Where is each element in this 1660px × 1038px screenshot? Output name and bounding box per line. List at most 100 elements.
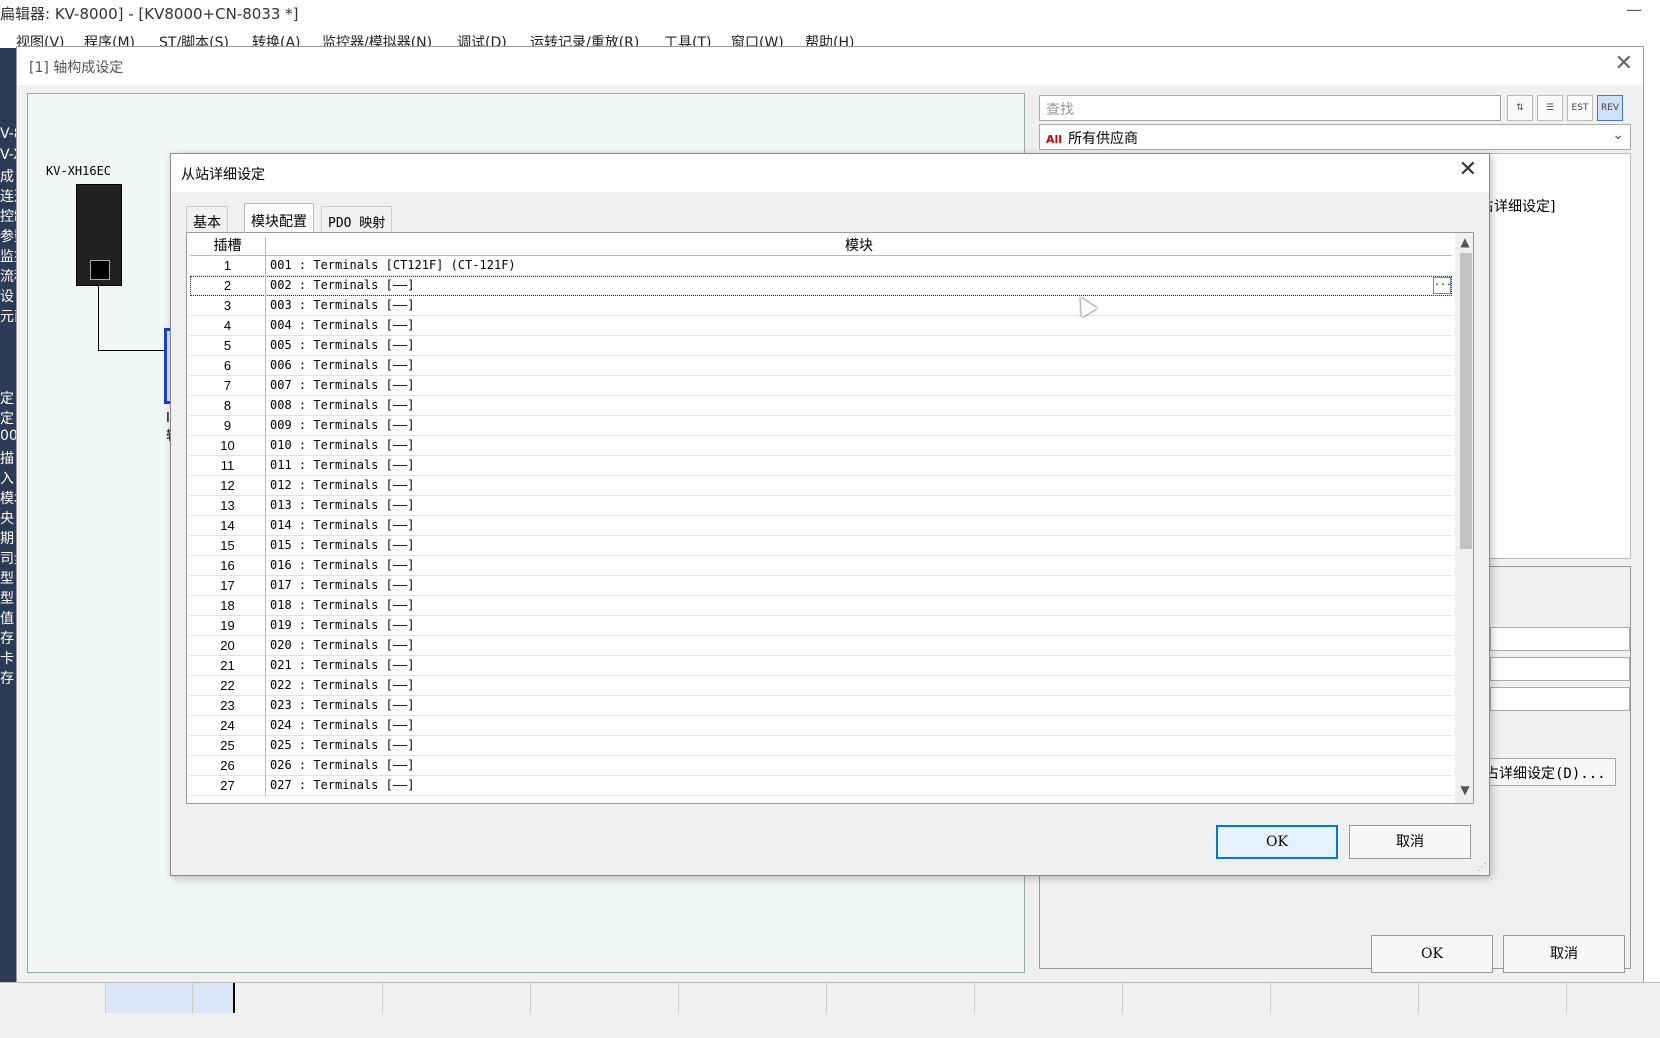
module-cell[interactable]: 014 : Terminals [——] bbox=[270, 516, 415, 536]
tree-icon[interactable]: ☰ bbox=[1537, 95, 1563, 121]
slot-cell: 7 bbox=[190, 376, 266, 396]
grid-cell[interactable] bbox=[193, 983, 235, 1013]
table-row[interactable]: 1 001 : Terminals [CT121F] (CT-121F) bbox=[190, 256, 1452, 276]
module-cell[interactable]: 012 : Terminals [——] bbox=[270, 476, 415, 496]
minimize-button[interactable]: — bbox=[1626, 0, 1642, 19]
module-cell[interactable]: 027 : Terminals [——] bbox=[270, 776, 415, 796]
module-cell[interactable]: 023 : Terminals [——] bbox=[270, 696, 415, 716]
table-row[interactable]: 17 017 : Terminals [——] bbox=[190, 576, 1452, 596]
table-row[interactable]: 13 013 : Terminals [——] bbox=[190, 496, 1452, 516]
module-cell[interactable]: 003 : Terminals [——] bbox=[270, 296, 415, 316]
resize-grip-icon[interactable]: ⋰ bbox=[1477, 862, 1487, 873]
tab-basic[interactable]: 基本 bbox=[186, 206, 228, 232]
grid-cell[interactable] bbox=[679, 983, 827, 1013]
module-cell[interactable]: 005 : Terminals [——] bbox=[270, 336, 415, 356]
module-cell[interactable]: 011 : Terminals [——] bbox=[270, 456, 415, 476]
sort-icon[interactable]: ⇅ bbox=[1507, 95, 1533, 121]
module-browse-button[interactable]: ... bbox=[1433, 277, 1452, 294]
axis-window-titlebar: [1] 轴构成设定 ✕ bbox=[17, 47, 1643, 85]
dialog-cancel-button[interactable]: 取消 bbox=[1349, 825, 1471, 859]
scroll-down-icon[interactable]: ▼ bbox=[1455, 783, 1473, 799]
module-cell[interactable]: 021 : Terminals [——] bbox=[270, 656, 415, 676]
module-cell[interactable]: 020 : Terminals [——] bbox=[270, 636, 415, 656]
module-cell[interactable]: 015 : Terminals [——] bbox=[270, 536, 415, 556]
module-cell[interactable]: 019 : Terminals [——] bbox=[270, 616, 415, 636]
property-field[interactable] bbox=[1490, 687, 1630, 711]
axis-ok-button[interactable]: OK bbox=[1371, 935, 1493, 973]
module-cell[interactable]: 018 : Terminals [——] bbox=[270, 596, 415, 616]
network-wire bbox=[98, 286, 99, 351]
grid-cell[interactable] bbox=[383, 983, 531, 1013]
rev-icon[interactable]: REV bbox=[1597, 95, 1623, 121]
grid-cell[interactable] bbox=[531, 983, 679, 1013]
table-row[interactable]: 19 019 : Terminals [——] bbox=[190, 616, 1452, 636]
table-row[interactable]: 6 006 : Terminals [——] bbox=[190, 356, 1452, 376]
module-cell[interactable]: 022 : Terminals [——] bbox=[270, 676, 415, 696]
module-cell[interactable]: 008 : Terminals [——] bbox=[270, 396, 415, 416]
tab-module-config[interactable]: 模块配置 bbox=[244, 203, 314, 233]
module-cell[interactable]: 006 : Terminals [——] bbox=[270, 356, 415, 376]
property-field[interactable] bbox=[1490, 627, 1630, 651]
table-row[interactable]: 21 021 : Terminals [——] bbox=[190, 656, 1452, 676]
axis-window-title: [1] 轴构成设定 bbox=[29, 60, 124, 76]
vertical-scrollbar[interactable]: ▲ ▼ bbox=[1455, 233, 1473, 803]
grid-cell[interactable] bbox=[105, 983, 193, 1013]
table-row[interactable]: 24 024 : Terminals [——] bbox=[190, 716, 1452, 736]
grid-cell[interactable] bbox=[235, 983, 383, 1013]
table-row[interactable]: 7 007 : Terminals [——] bbox=[190, 376, 1452, 396]
table-row[interactable]: 15 015 : Terminals [——] bbox=[190, 536, 1452, 556]
grid-cell[interactable] bbox=[1123, 983, 1271, 1013]
table-row[interactable]: 5 005 : Terminals [——] bbox=[190, 336, 1452, 356]
axis-cancel-button[interactable]: 取消 bbox=[1503, 935, 1625, 973]
table-row[interactable]: 10 010 : Terminals [——] bbox=[190, 436, 1452, 456]
est-icon[interactable]: EST bbox=[1567, 95, 1593, 121]
module-cell[interactable]: 001 : Terminals [CT121F] (CT-121F) bbox=[270, 256, 516, 276]
grid-cell[interactable] bbox=[1271, 983, 1419, 1013]
module-cell[interactable]: 013 : Terminals [——] bbox=[270, 496, 415, 516]
tab-pdo-mapping[interactable]: PDO 映射 bbox=[321, 206, 393, 232]
module-cell[interactable]: 010 : Terminals [——] bbox=[270, 436, 415, 456]
slot-cell: 6 bbox=[190, 356, 266, 376]
module-cell[interactable]: 002 : Terminals [——] bbox=[270, 276, 415, 296]
module-cell[interactable]: 017 : Terminals [——] bbox=[270, 576, 415, 596]
table-row[interactable]: 20 020 : Terminals [——] bbox=[190, 636, 1452, 656]
table-row[interactable]: 18 018 : Terminals [——] bbox=[190, 596, 1452, 616]
table-row[interactable]: 14 014 : Terminals [——] bbox=[190, 516, 1452, 536]
module-cell[interactable]: 024 : Terminals [——] bbox=[270, 716, 415, 736]
search-input[interactable]: 查找 bbox=[1039, 95, 1501, 121]
scroll-up-icon[interactable]: ▲ bbox=[1455, 235, 1473, 251]
table-row[interactable]: 26 026 : Terminals [——] bbox=[190, 756, 1452, 776]
module-cell[interactable]: 009 : Terminals [——] bbox=[270, 416, 415, 436]
table-row[interactable]: 3 003 : Terminals [——] bbox=[190, 296, 1452, 316]
property-field[interactable] bbox=[1490, 657, 1630, 681]
axis-window-close-button[interactable]: ✕ bbox=[1615, 51, 1633, 76]
column-header-slot: 插槽 bbox=[190, 237, 266, 256]
table-row[interactable]: 12 012 : Terminals [——] bbox=[190, 476, 1452, 496]
module-cell[interactable]: 026 : Terminals [——] bbox=[270, 756, 415, 776]
table-row[interactable]: 22 022 : Terminals [——] bbox=[190, 676, 1452, 696]
vendor-select[interactable]: All 所有供应商 ⌄ bbox=[1039, 124, 1631, 150]
grid-cell[interactable] bbox=[827, 983, 975, 1013]
detail-settings-button[interactable]: 占详细设定(D)... bbox=[1470, 758, 1616, 786]
table-row[interactable]: 27 027 : Terminals [——] bbox=[190, 776, 1452, 796]
module-cell[interactable]: 007 : Terminals [——] bbox=[270, 376, 415, 396]
module-cell[interactable]: 004 : Terminals [——] bbox=[270, 316, 415, 336]
table-row[interactable]: 16 016 : Terminals [——] bbox=[190, 556, 1452, 576]
grid-cell[interactable] bbox=[975, 983, 1123, 1013]
vendor-select-value: 所有供应商 bbox=[1068, 131, 1139, 147]
module-cell[interactable]: 025 : Terminals [——] bbox=[270, 736, 415, 756]
scroll-thumb[interactable] bbox=[1460, 253, 1472, 549]
dialog-ok-button[interactable]: OK bbox=[1216, 825, 1338, 859]
dialog-close-button[interactable]: ✕ bbox=[1459, 157, 1477, 182]
chevron-down-icon[interactable]: ⌄ bbox=[1612, 127, 1624, 143]
table-row[interactable]: 23 023 : Terminals [——] bbox=[190, 696, 1452, 716]
table-row[interactable]: 4 004 : Terminals [——] bbox=[190, 316, 1452, 336]
grid-cell[interactable] bbox=[1419, 983, 1567, 1013]
table-row[interactable]: 9 009 : Terminals [——] bbox=[190, 416, 1452, 436]
table-row[interactable]: 25 025 : Terminals [——] bbox=[190, 736, 1452, 756]
slot-cell: 26 bbox=[190, 756, 266, 776]
table-row[interactable]: 8 008 : Terminals [——] bbox=[190, 396, 1452, 416]
table-row[interactable]: 11 011 : Terminals [——] bbox=[190, 456, 1452, 476]
module-cell[interactable]: 016 : Terminals [——] bbox=[270, 556, 415, 576]
table-row[interactable]: 2 002 : Terminals [——]... bbox=[190, 276, 1452, 296]
